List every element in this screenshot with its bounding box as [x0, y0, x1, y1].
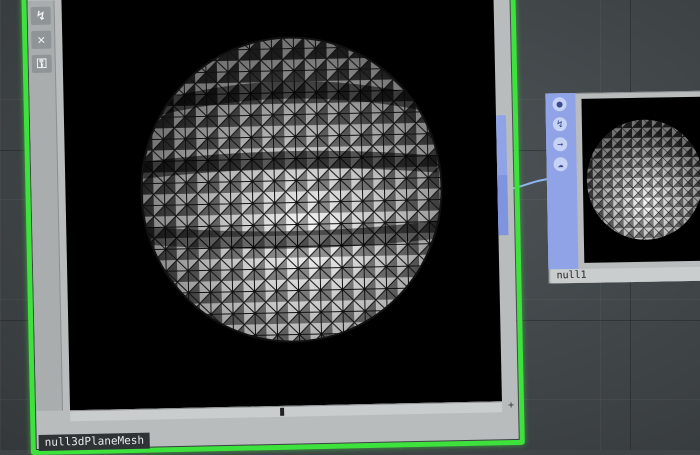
cloud-icon[interactable]: ☁ — [553, 157, 568, 172]
close-icon[interactable]: ✕ — [31, 30, 52, 50]
sphere-mesh-render — [138, 34, 445, 345]
bypass-icon[interactable]: ↯ — [30, 6, 51, 26]
add-button[interactable]: + — [506, 400, 516, 411]
status-tick — [280, 407, 285, 416]
arrow-icon[interactable]: → — [553, 137, 568, 152]
node-name-label[interactable]: null1 — [550, 266, 700, 284]
node-viewer[interactable] — [581, 96, 700, 263]
sphere-mesh-thumbnail — [585, 118, 700, 241]
output-connector-lower[interactable] — [497, 175, 509, 236]
node-name-label[interactable]: null3dPlaneMesh — [38, 432, 151, 451]
circle-icon[interactable]: ● — [552, 97, 567, 112]
secondary-node[interactable]: ● ↯ → ☁ null1 — [545, 90, 700, 284]
node-toolbar: ● ↯ → ☁ — [545, 92, 579, 270]
lock-icon[interactable]: ⚿ — [31, 54, 52, 74]
node-viewer[interactable] — [61, 0, 502, 411]
main-node[interactable]: ↯ ✕ ⚿ + null3dPlaneMesh — [21, 0, 525, 455]
bypass-icon[interactable]: ↯ — [552, 117, 568, 132]
